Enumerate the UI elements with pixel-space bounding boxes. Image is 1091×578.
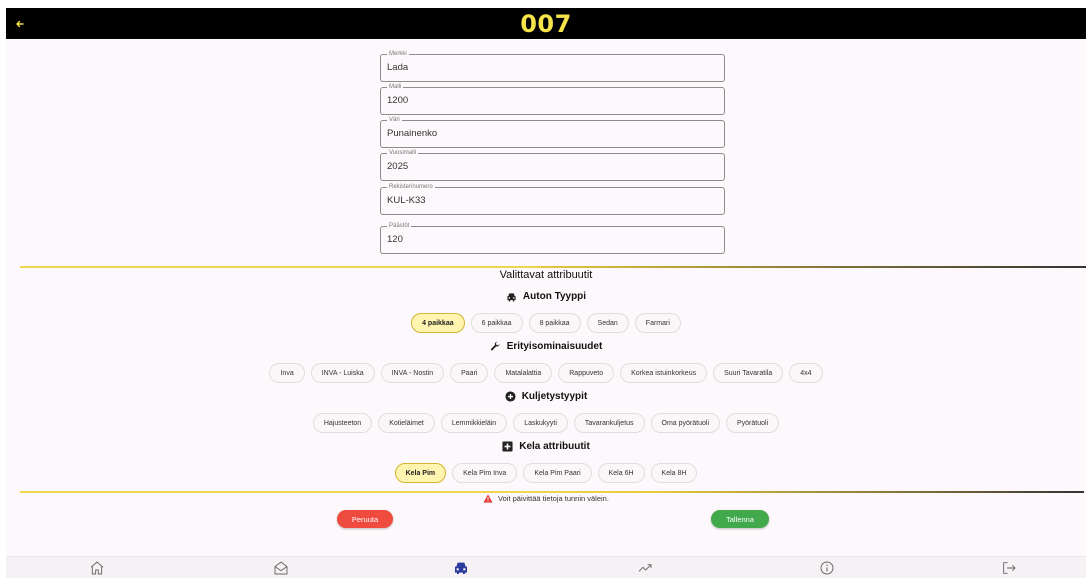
- nav-statistics[interactable]: [636, 559, 654, 577]
- group-title-transport-types: Kuljetystyypit: [6, 391, 1086, 402]
- nav-messages[interactable]: [272, 559, 290, 577]
- group-title-label: Erityisominaisuudet: [506, 341, 603, 352]
- group-title-label: Kela attribuutit: [519, 441, 590, 452]
- save-button[interactable]: Tallenna: [711, 510, 769, 528]
- section-divider-bottom: [20, 491, 1084, 493]
- group-title-special-features: Erityisominaisuudet: [6, 341, 1086, 352]
- chip-estate[interactable]: Farmari: [634, 313, 681, 333]
- color-field-value: Punainenko: [387, 128, 438, 139]
- trending-up-icon: [638, 564, 652, 572]
- chip-sedan[interactable]: Sedan: [586, 313, 629, 333]
- bottom-navigation: [6, 556, 1086, 578]
- chip-row-special-features: Inva INVA - Luiska INVA - Nostin Paari M…: [6, 363, 1086, 383]
- model-year-field-label: Vuosimalli: [387, 149, 419, 157]
- car-icon: [507, 292, 516, 302]
- warning-text: Voit päivittää tietoja tunnin välein.: [498, 494, 609, 503]
- chip-domestic-animals[interactable]: Kotieläimet: [378, 413, 435, 433]
- chip-descent-ride[interactable]: Laskukyyti: [513, 413, 568, 433]
- emissions-field-label: Päästöt: [387, 222, 412, 230]
- model-field-value: 1200: [387, 95, 409, 106]
- home-icon: [90, 561, 104, 575]
- chip-kela-pim-stretcher[interactable]: Kela Pim Paari: [523, 463, 592, 483]
- chip-kela-pim[interactable]: Kela Pim: [394, 463, 447, 483]
- cancel-button[interactable]: Peruuta: [337, 510, 393, 528]
- chip-inva-lift[interactable]: INVA - Nostin: [380, 363, 445, 383]
- model-year-field-value: 2025: [387, 161, 409, 172]
- warning-triangle-icon: [483, 494, 493, 503]
- chip-kela-pim-inva[interactable]: Kela Pim Inva: [452, 463, 518, 483]
- registration-field-label: Rekisterinumero: [387, 183, 435, 191]
- medical-cross-icon: [502, 441, 513, 452]
- info-icon: [820, 561, 834, 575]
- chip-wheelchair[interactable]: Pyörätuoli: [726, 413, 780, 433]
- group-title-label: Kuljetystyypit: [521, 391, 588, 402]
- registration-field-value: KUL-K33: [387, 195, 426, 206]
- chip-stair-climber[interactable]: Rappuveto: [558, 363, 615, 383]
- logout-icon: [1003, 562, 1016, 574]
- chip-kela-8h[interactable]: Kela 8H: [650, 463, 698, 483]
- chip-large-trunk[interactable]: Suuri Tavaratila: [713, 363, 784, 383]
- brand-field-value: Lada: [387, 62, 409, 73]
- group-title-kela: Kela attribuutit: [6, 441, 1086, 452]
- attributes-title: Valittavat attribuutit: [499, 269, 593, 281]
- chip-kela-6h[interactable]: Kela 6H: [597, 463, 645, 483]
- registration-field[interactable]: Rekisterinumero KUL-K33: [380, 183, 725, 215]
- chip-own-wheelchair[interactable]: Oma pyörätuoli: [650, 413, 720, 433]
- nav-logout[interactable]: [1000, 559, 1018, 577]
- chip-4-seats[interactable]: 4 paikkaa: [411, 313, 465, 333]
- group-title-car-type: Auton Tyyppi: [6, 291, 1086, 302]
- update-warning: Voit päivittää tietoja tunnin välein.: [6, 494, 1086, 503]
- app-root: 007 Merkki Lada Malli 1200 Väri Punainen…: [6, 8, 1086, 578]
- model-field[interactable]: Malli 1200: [380, 83, 725, 115]
- group-title-label: Auton Tyyppi: [522, 291, 587, 302]
- chip-goods-transport[interactable]: Tavarankuljetus: [573, 413, 645, 433]
- car-icon: [455, 562, 467, 574]
- chip-inva[interactable]: Inva: [269, 363, 305, 383]
- emissions-field-value: 120: [387, 234, 403, 245]
- nav-info[interactable]: [818, 559, 836, 577]
- color-field[interactable]: Väri Punainenko: [380, 116, 725, 148]
- brand-field[interactable]: Merkki Lada: [380, 50, 725, 82]
- nav-home[interactable]: [88, 559, 106, 577]
- section-divider-top: [20, 266, 1086, 268]
- chip-row-kela: Kela Pim Kela Pim Inva Kela Pim Paari Ke…: [6, 463, 1086, 483]
- chip-fragrance-free[interactable]: Hajusteeton: [312, 413, 373, 433]
- chip-4x4[interactable]: 4x4: [789, 363, 823, 383]
- plus-circle-icon: [505, 391, 516, 402]
- top-bar: 007: [6, 8, 1086, 39]
- chip-high-seat[interactable]: Korkea istuinkorkeus: [620, 363, 708, 383]
- mail-open-icon: [274, 561, 288, 575]
- chip-row-car-type: 4 paikkaa 6 paikkaa 8 paikkaa Sedan Farm…: [6, 313, 1086, 333]
- brand-field-label: Merkki: [387, 50, 409, 58]
- chip-low-floor[interactable]: Matalalattia: [494, 363, 553, 383]
- page-title: 007: [520, 10, 572, 38]
- nav-vehicle[interactable]: [452, 559, 470, 577]
- chip-pet[interactable]: Lemmikkieläin: [440, 413, 508, 433]
- chip-inva-ramp[interactable]: INVA - Luiska: [310, 363, 375, 383]
- wrench-icon: [490, 341, 500, 351]
- model-field-label: Malli: [387, 83, 404, 91]
- chip-8-seats[interactable]: 8 paikkaa: [528, 313, 581, 333]
- emissions-field[interactable]: Päästöt 120: [380, 222, 725, 254]
- chip-6-seats[interactable]: 6 paikkaa: [470, 313, 523, 333]
- chip-row-transport-types: Hajusteeton Kotieläimet Lemmikkieläin La…: [6, 413, 1086, 433]
- chip-stretcher[interactable]: Paari: [450, 363, 489, 383]
- model-year-field[interactable]: Vuosimalli 2025: [380, 149, 725, 181]
- color-field-label: Väri: [387, 116, 402, 124]
